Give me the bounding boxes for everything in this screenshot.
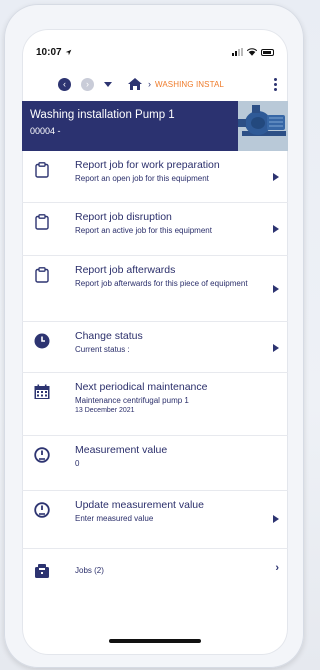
clipboard-icon <box>32 267 52 283</box>
equipment-info: Washing installation Pump 1 00004 - <box>22 101 175 151</box>
calendar-icon <box>32 384 52 400</box>
play-arrow-icon <box>273 225 279 233</box>
item-subtitle: Report job afterwards for this piece of … <box>75 279 248 288</box>
list-item-jobs[interactable]: Jobs (2) › <box>22 549 288 591</box>
play-arrow-icon <box>273 285 279 293</box>
breadcrumb-separator-icon: › <box>148 79 151 89</box>
signal-icon <box>232 48 243 56</box>
item-title: Update measurement value <box>75 499 204 511</box>
item-title: Measurement value <box>75 444 168 456</box>
play-arrow-icon <box>273 344 279 352</box>
item-title: Next periodical maintenance <box>75 381 208 393</box>
equipment-header: Washing installation Pump 1 00004 - <box>22 101 288 151</box>
play-arrow-icon <box>273 515 279 523</box>
battery-icon <box>261 48 274 56</box>
list-item-update-measurement-value[interactable]: Update measurement value Enter measured … <box>22 491 288 549</box>
item-date: 13 December 2021 <box>75 407 135 414</box>
status-time: 10:07 <box>36 46 62 58</box>
history-dropdown-icon[interactable] <box>104 81 112 87</box>
clipboard-icon <box>32 214 52 230</box>
app-screen: 10:07 ‹ › › WASHING INSTAL Washing insta… <box>22 29 288 655</box>
location-arrow-icon <box>65 49 71 55</box>
item-subtitle: Current status : <box>75 345 130 354</box>
list-item-report-job-disruption[interactable]: Report job disruption Report an active j… <box>22 203 288 256</box>
item-subtitle: Report an open job for this equipment <box>75 174 209 183</box>
gauge-icon <box>32 447 52 463</box>
item-title: Report job disruption <box>75 211 172 223</box>
action-list: Report job for work preparation Report a… <box>22 151 288 591</box>
item-title: Change status <box>75 330 143 342</box>
clipboard-icon <box>32 162 52 178</box>
breadcrumb[interactable]: WASHING INSTAL <box>155 80 251 89</box>
list-item-change-status[interactable]: Change status Current status : <box>22 322 288 373</box>
gauge-icon <box>32 502 52 518</box>
nav-bar: ‹ › › WASHING INSTAL <box>22 67 288 101</box>
item-title: Report job afterwards <box>75 264 176 276</box>
jobs-icon <box>32 563 52 579</box>
item-subtitle: Report an active job for this equipment <box>75 226 212 235</box>
home-icon[interactable] <box>128 78 142 90</box>
hamburger-menu-icon[interactable] <box>32 78 46 90</box>
item-title: Jobs (2) <box>75 566 104 575</box>
play-arrow-icon <box>273 173 279 181</box>
back-button-icon[interactable]: ‹ <box>58 77 71 91</box>
list-item-next-periodical-maintenance[interactable]: Next periodical maintenance Maintenance … <box>22 373 288 436</box>
status-bar: 10:07 <box>22 29 288 67</box>
equipment-pump-image <box>238 101 288 151</box>
equipment-code: 00004 - <box>30 126 61 136</box>
item-value: 0 <box>75 459 80 468</box>
item-subtitle: Enter measured value <box>75 514 154 523</box>
more-options-icon[interactable] <box>271 77 280 91</box>
list-item-measurement-value[interactable]: Measurement value 0 <box>22 436 288 491</box>
item-title: Report job for work preparation <box>75 159 220 171</box>
status-time-group: 10:07 <box>36 47 72 58</box>
chevron-right-icon: › <box>275 562 279 574</box>
home-indicator[interactable] <box>109 639 201 643</box>
equipment-title: Washing installation Pump 1 <box>30 109 175 121</box>
wifi-icon <box>247 48 257 56</box>
clock-icon <box>32 333 52 349</box>
list-item-report-job-afterwards[interactable]: Report job afterwards Report job afterwa… <box>22 256 288 322</box>
list-item-report-work-preparation[interactable]: Report job for work preparation Report a… <box>22 151 288 203</box>
forward-button-icon[interactable]: › <box>81 77 94 91</box>
item-subtitle: Maintenance centrifugal pump 1 <box>75 396 189 405</box>
status-icons <box>232 48 274 56</box>
